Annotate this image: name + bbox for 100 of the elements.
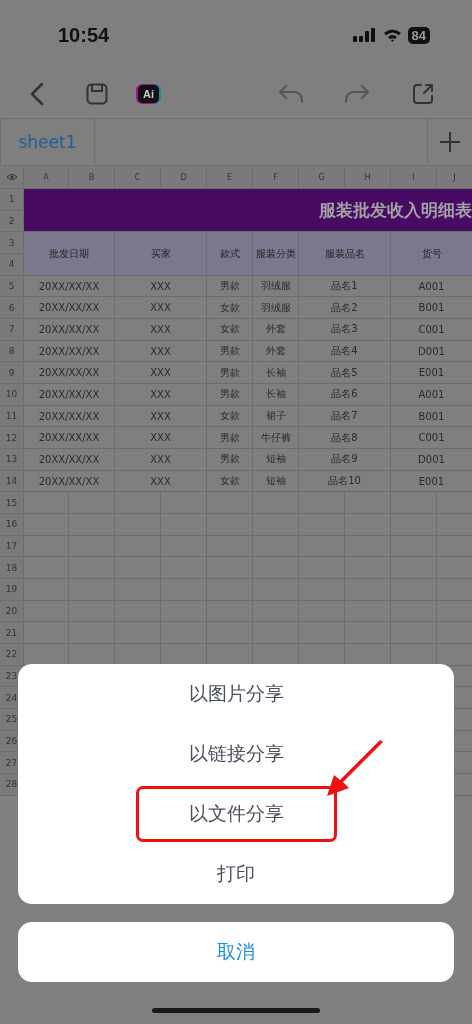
row-header[interactable]: 21 (0, 622, 24, 645)
table-cell: 20XX/XX/XX (24, 470, 115, 493)
row-header[interactable]: 2 (0, 210, 24, 233)
row-header[interactable]: 15 (0, 492, 24, 515)
row-header[interactable]: 16 (0, 514, 24, 536)
column-header[interactable]: J (437, 166, 472, 189)
table-cell: 品名7 (299, 405, 391, 428)
table-cell: XXX (115, 297, 207, 320)
table-cell: 品名2 (299, 297, 391, 320)
visibility-icon[interactable] (5, 173, 18, 181)
row-header[interactable]: 11 (0, 405, 24, 428)
table-cell: E001 (391, 470, 472, 493)
table-cell: A001 (391, 384, 472, 406)
table-cell: 男款 (207, 449, 253, 471)
add-icon[interactable] (439, 131, 461, 153)
table-cell: 女款 (207, 405, 253, 428)
table-cell: 20XX/XX/XX (24, 449, 115, 471)
row-header[interactable]: 9 (0, 362, 24, 385)
table-cell: 20XX/XX/XX (24, 275, 115, 298)
table-cell: C001 (391, 427, 472, 450)
table-cell: 男款 (207, 340, 253, 363)
table-cell: XXX (115, 427, 207, 450)
redo-icon[interactable] (344, 84, 370, 104)
row-header[interactable]: 17 (0, 535, 24, 558)
sheet-title: 服装批发收入明细表 (319, 198, 472, 222)
table-cell: 女款 (207, 297, 253, 320)
column-header[interactable]: G (299, 166, 345, 189)
back-icon[interactable] (30, 82, 44, 106)
signal-icon (352, 28, 377, 42)
row-header[interactable]: 5 (0, 275, 24, 298)
table-cell: 20XX/XX/XX (24, 384, 115, 406)
table-cell: 20XX/XX/XX (24, 405, 115, 428)
table-cell: 长袖 (253, 362, 299, 385)
table-header-cell: 买家 (115, 232, 207, 276)
table-cell: 羽绒服 (253, 275, 299, 298)
row-header[interactable]: 20 (0, 600, 24, 623)
save-icon[interactable] (86, 83, 108, 105)
battery-level: 84 (407, 26, 430, 44)
row-header[interactable]: 3 (0, 232, 24, 254)
row-header[interactable]: 8 (0, 340, 24, 363)
status-time: 10:54 (58, 23, 110, 47)
table-cell: 20XX/XX/XX (24, 362, 115, 385)
column-header[interactable]: B (69, 166, 115, 189)
row-header[interactable]: 1 (0, 189, 24, 211)
table-cell: 品名9 (299, 449, 391, 471)
table-cell: XXX (115, 362, 207, 385)
row-header[interactable]: 7 (0, 319, 24, 341)
menu-item[interactable]: 以文件分享 (135, 786, 337, 842)
table-cell: XXX (115, 470, 207, 493)
column-header[interactable]: E (207, 166, 253, 189)
table-cell: 20XX/XX/XX (24, 340, 115, 363)
table-cell: 短袖 (253, 470, 299, 493)
undo-icon[interactable] (278, 84, 304, 104)
menu-item[interactable]: 以链接分享 (135, 726, 337, 782)
wifi-icon (382, 28, 402, 42)
sheet-tab[interactable]: sheet1 (0, 119, 95, 165)
table-header-cell: 服装分类 (253, 232, 299, 276)
table-cell: XXX (115, 384, 207, 406)
table-cell: 短袖 (253, 449, 299, 471)
cancel-button[interactable]: 取消 (18, 922, 454, 982)
table-header-cell: 货号 (391, 232, 472, 276)
menu-item[interactable]: 打印 (164, 846, 308, 902)
table-cell: 外套 (253, 340, 299, 363)
arrow-icon (325, 740, 385, 798)
table-cell: 20XX/XX/XX (24, 297, 115, 320)
row-header[interactable]: 19 (0, 579, 24, 601)
table-cell: B001 (391, 297, 472, 320)
table-cell: XXX (115, 405, 207, 428)
table-cell: 品名8 (299, 427, 391, 450)
column-header[interactable]: C (115, 166, 161, 189)
row-header[interactable]: 10 (0, 384, 24, 406)
row-header[interactable]: 22 (0, 644, 24, 666)
menu-item[interactable]: 以图片分享 (135, 666, 337, 722)
table-cell: XXX (115, 275, 207, 298)
column-header[interactable]: I (391, 166, 437, 189)
row-header[interactable]: 12 (0, 427, 24, 450)
table-cell: 女款 (207, 319, 253, 341)
ai-button[interactable]: Ai (138, 85, 159, 103)
table-cell: 外套 (253, 319, 299, 341)
table-header-cell: 款式 (207, 232, 253, 276)
row-header[interactable]: 18 (0, 557, 24, 580)
table-cell: 品名6 (299, 384, 391, 406)
row-header[interactable]: 4 (0, 254, 24, 276)
table-cell: XXX (115, 449, 207, 471)
row-header[interactable]: 13 (0, 449, 24, 471)
column-header[interactable]: F (253, 166, 299, 189)
table-cell: 长袖 (253, 384, 299, 406)
row-header[interactable]: 6 (0, 297, 24, 320)
column-header[interactable]: D (161, 166, 207, 189)
table-cell: XXX (115, 340, 207, 363)
row-header[interactable]: 14 (0, 470, 24, 493)
column-header[interactable]: A (24, 166, 69, 189)
table-cell: 20XX/XX/XX (24, 427, 115, 450)
table-cell: 男款 (207, 362, 253, 385)
share-icon[interactable] (412, 83, 434, 105)
table-cell: 品名4 (299, 340, 391, 363)
table-cell: E001 (391, 362, 472, 385)
table-cell: 男款 (207, 275, 253, 298)
table-cell: B001 (391, 405, 472, 428)
table-header-cell: 批发日期 (24, 232, 115, 276)
